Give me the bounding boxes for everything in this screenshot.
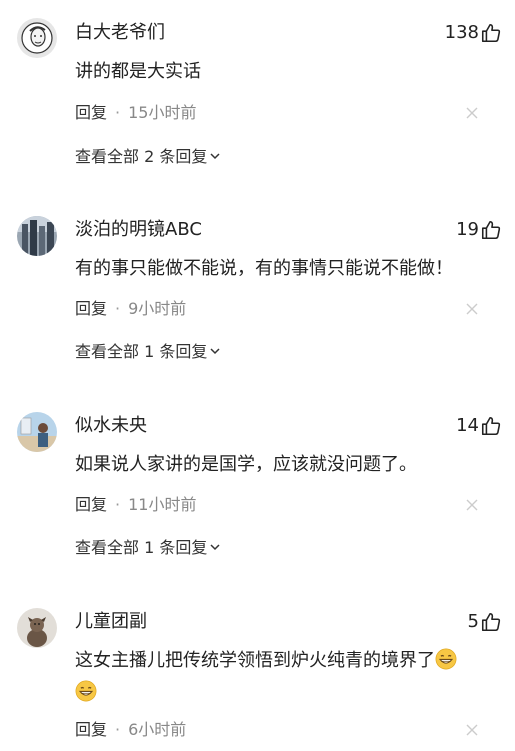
username[interactable]: 淡泊的明镜ABC	[75, 219, 202, 241]
comment-meta: 回复 · 6小时前	[75, 720, 186, 740]
chevron-down-icon	[210, 153, 220, 160]
comment-meta: 回复 · 15小时前	[75, 103, 196, 123]
view-replies-link[interactable]: 查看全部 2 条回复	[75, 147, 221, 167]
thumbs-up-icon[interactable]	[480, 22, 502, 44]
reply-button[interactable]: 回复	[75, 720, 107, 739]
username[interactable]: 白大老爷们	[75, 22, 165, 44]
avatar[interactable]	[17, 412, 57, 452]
separator-dot: ·	[115, 103, 121, 122]
like-count: 19	[456, 219, 479, 240]
close-icon[interactable]	[465, 106, 479, 120]
chevron-down-icon	[210, 544, 220, 551]
reply-button[interactable]: 回复	[75, 495, 107, 514]
like-count: 5	[467, 611, 479, 632]
username[interactable]: 似水未央	[75, 415, 147, 437]
avatar[interactable]	[17, 216, 57, 256]
timestamp: 11小时前	[128, 495, 197, 514]
timestamp: 9小时前	[128, 299, 187, 318]
grin-emoji-icon	[435, 648, 457, 670]
close-icon[interactable]	[465, 498, 479, 512]
view-replies-link[interactable]: 查看全部 1 条回复	[75, 538, 221, 558]
thumbs-up-icon[interactable]	[480, 415, 502, 437]
avatar[interactable]	[17, 18, 57, 58]
reply-button[interactable]: 回复	[75, 299, 107, 318]
comment-text: 这女主播儿把传统学领悟到炉火纯青的境界了	[75, 645, 485, 709]
thumbs-up-icon[interactable]	[480, 611, 502, 633]
avatar[interactable]	[17, 608, 57, 648]
view-replies-label: 查看全部 1 条回复	[75, 538, 208, 557]
like-count: 14	[456, 415, 479, 436]
username[interactable]: 儿童团副	[75, 611, 147, 633]
view-replies-link[interactable]: 查看全部 1 条回复	[75, 342, 221, 362]
view-replies-label: 查看全部 2 条回复	[75, 147, 208, 166]
like-count: 138	[444, 22, 479, 43]
separator-dot: ·	[115, 720, 121, 739]
reply-button[interactable]: 回复	[75, 103, 107, 122]
grin-emoji-icon	[75, 680, 97, 702]
view-replies-label: 查看全部 1 条回复	[75, 342, 208, 361]
close-icon[interactable]	[465, 302, 479, 316]
comment-meta: 回复 · 9小时前	[75, 299, 186, 319]
separator-dot: ·	[115, 495, 121, 514]
separator-dot: ·	[115, 299, 121, 318]
comment-meta: 回复 · 11小时前	[75, 495, 196, 515]
timestamp: 6小时前	[128, 720, 187, 739]
thumbs-up-icon[interactable]	[480, 219, 502, 241]
chevron-down-icon	[210, 348, 220, 355]
timestamp: 15小时前	[128, 103, 197, 122]
comment-text: 讲的都是大实话	[75, 61, 201, 82]
comment-text-body: 这女主播儿把传统学领悟到炉火纯青的境界了	[75, 650, 435, 671]
close-icon[interactable]	[465, 723, 479, 737]
comment-text: 如果说人家讲的是国学，应该就没问题了。	[75, 454, 417, 475]
comment-text: 有的事只能做不能说，有的事情只能说不能做！	[75, 258, 453, 279]
